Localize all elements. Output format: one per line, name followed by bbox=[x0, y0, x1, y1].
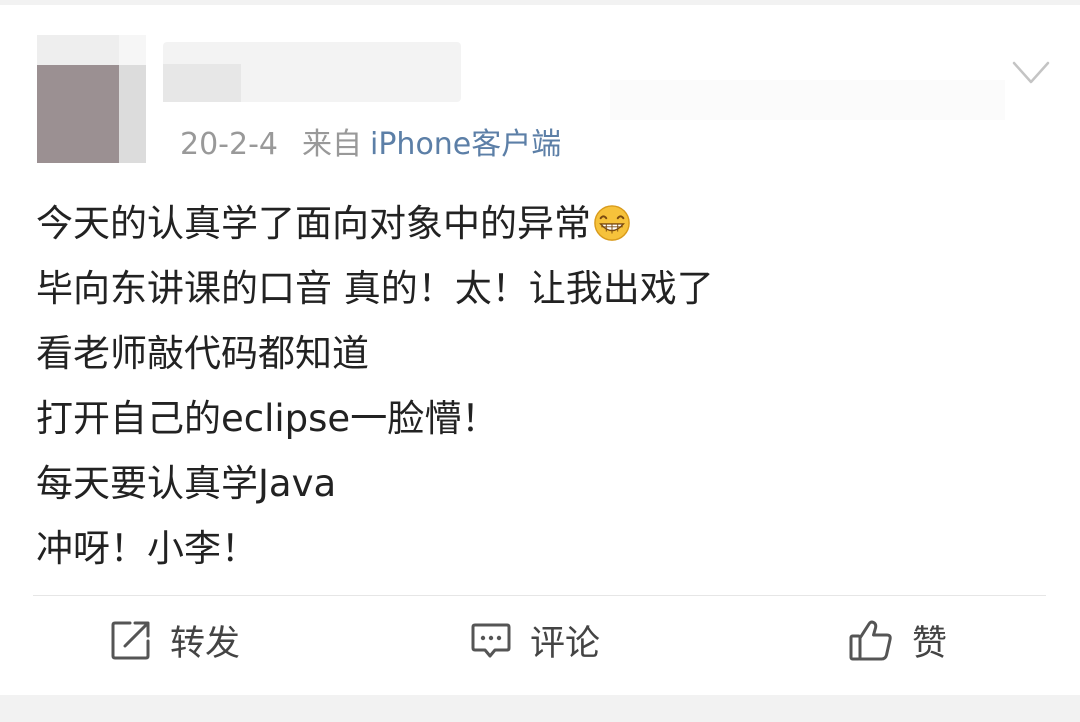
post-meta: 20-2-4 来自 iPhone客户端 bbox=[180, 119, 561, 163]
thumbs-up-icon bbox=[849, 620, 892, 661]
weibo-post-card: 20-2-4 来自 iPhone客户端 今天的认真学了面向对象中的异常 毕向东讲课的… bbox=[0, 5, 1080, 695]
post-line: 冲呀！小李！ bbox=[36, 527, 258, 570]
post-line: 打开自己的eclipse一脸懵！ bbox=[36, 397, 499, 440]
avatar[interactable] bbox=[37, 35, 146, 163]
post-line: 看老师敲代码都知道 bbox=[36, 332, 369, 375]
post-line: 今天的认真学了面向对象中的异常 bbox=[36, 191, 1046, 256]
grin-emoji-icon bbox=[594, 205, 630, 241]
username-blur-block bbox=[163, 64, 241, 102]
like-button[interactable]: 赞 bbox=[848, 616, 947, 664]
source-app-link[interactable]: iPhone客户端 bbox=[370, 127, 561, 162]
comment-button[interactable]: 评论 bbox=[470, 616, 600, 664]
action-bar: 转发 评论 赞 bbox=[0, 596, 1080, 695]
avatar-blur-block bbox=[37, 65, 119, 163]
chevron-down-icon[interactable] bbox=[1012, 60, 1050, 86]
repost-button[interactable]: 转发 bbox=[110, 616, 240, 664]
avatar-blur-block bbox=[119, 35, 146, 65]
comment-icon bbox=[471, 623, 511, 658]
avatar-blur-block bbox=[37, 35, 119, 65]
avatar-blur-block bbox=[119, 65, 146, 163]
comment-label: 评论 bbox=[530, 623, 601, 664]
repost-label: 转发 bbox=[170, 623, 241, 664]
username-redacted[interactable] bbox=[163, 42, 461, 102]
post-line: 每天要认真学Java bbox=[36, 462, 337, 505]
redacted-area bbox=[610, 80, 1005, 120]
post-date: 20-2-4 bbox=[180, 127, 278, 162]
like-label: 赞 bbox=[912, 623, 948, 664]
feed-gap bbox=[0, 695, 1080, 722]
post-body: 今天的认真学了面向对象中的异常 毕向东讲课的口音 真的！太！让我出戏了 看老师敲… bbox=[36, 191, 1046, 581]
post-line: 毕向东讲课的口音 真的！太！让我出戏了 bbox=[36, 267, 714, 310]
source-prefix: 来自 bbox=[302, 127, 362, 162]
repost-icon bbox=[111, 621, 150, 660]
